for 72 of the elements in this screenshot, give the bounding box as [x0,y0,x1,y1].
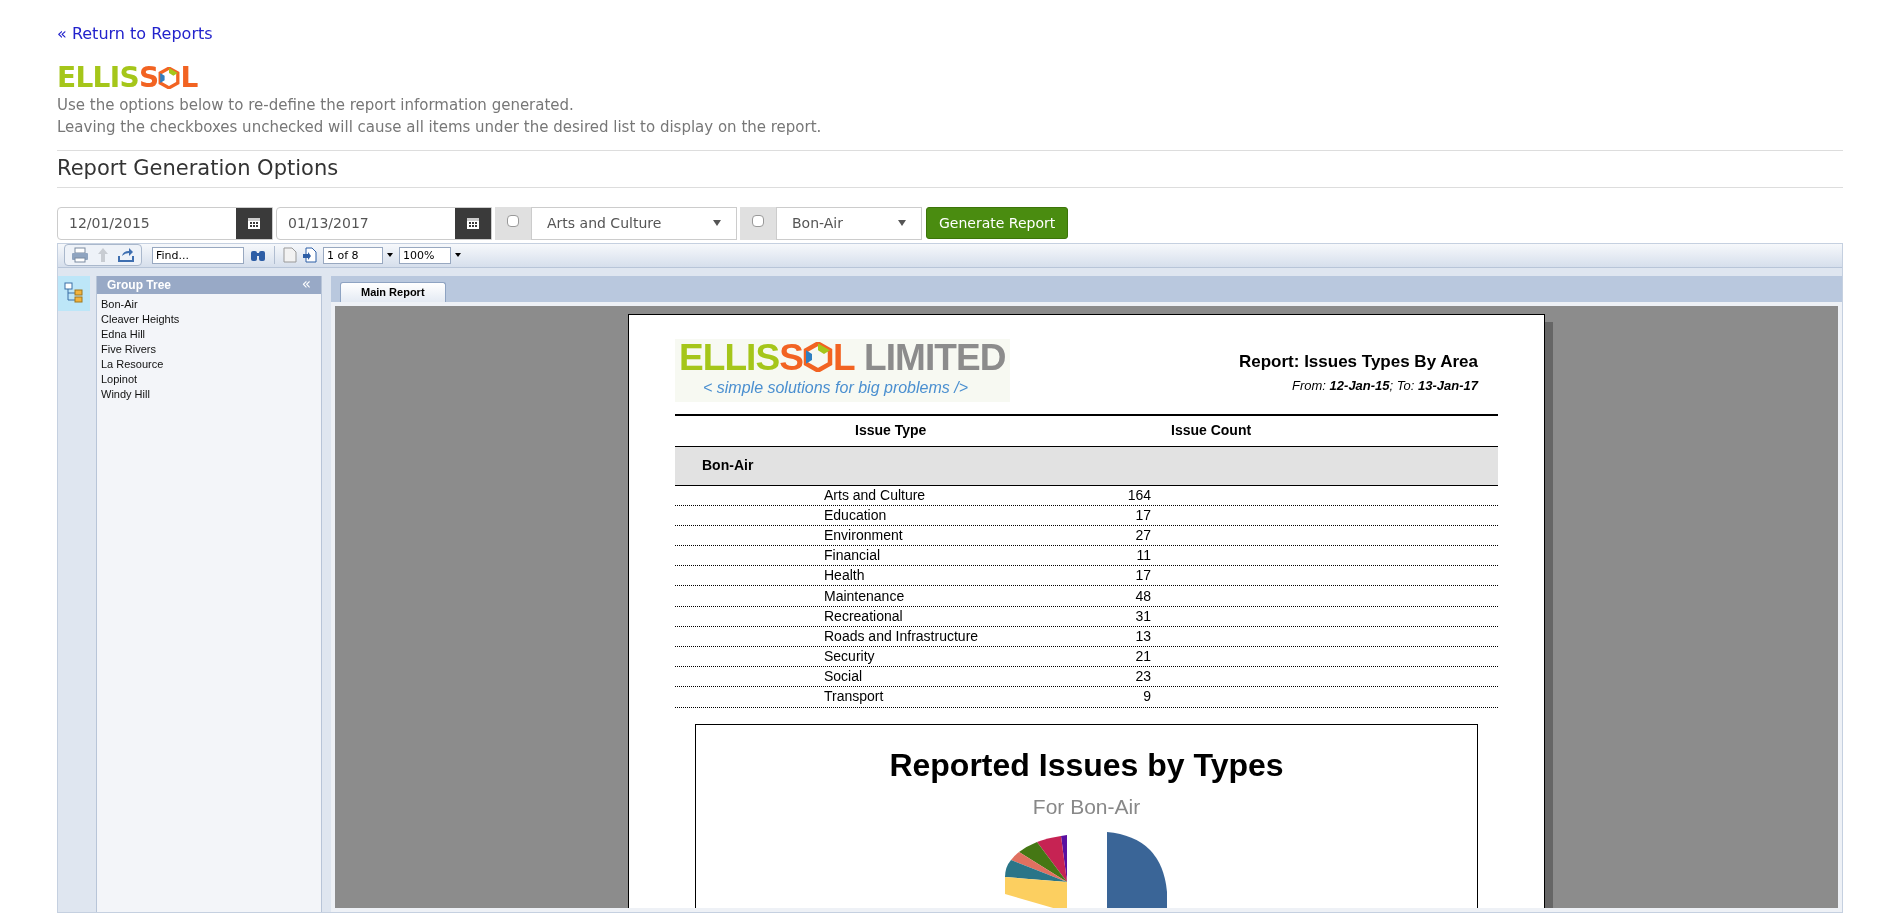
tree-icon [64,282,84,304]
caret-icon[interactable] [713,220,721,226]
report-logo: ELLISS L LIMITED < simple solutions for big problems /> [675,338,1010,402]
table-cell-text: Recreational [824,606,904,626]
table-cell-text: 17 [1134,566,1151,586]
logo-text: LIMITED [863,338,1006,376]
table-cell-text: 9 [1142,687,1151,707]
logo-text: L [833,338,855,376]
column-header: Issue Count [1171,421,1252,440]
table-cell-text: 48 [1134,586,1151,606]
report-tab[interactable]: Main Report [340,281,446,302]
tree-item[interactable]: Cleaver Heights [101,311,180,327]
date-range: From: 12-Jan-15; To: 13-Jan-17 [1292,377,1478,395]
table-cell-text: Arts and Culture [824,485,927,505]
caret-icon[interactable] [898,220,906,226]
table-cell-text: 23 [1134,667,1151,687]
instructions-text: Leaving the checkboxes unchecked will cause all items under the desired list to display on the report. [57,117,823,138]
table-cell-text: 164 [1126,485,1151,505]
checkbox[interactable] [752,214,764,227]
tree-item[interactable]: La Resource [101,356,164,372]
issue-type-dropdown[interactable]: Arts and Culture [531,206,737,240]
panel-title: Group Tree [107,276,171,294]
logo-text: S [779,338,803,376]
tree-item[interactable]: Windy Hill [101,386,150,402]
column-header: Issue Type [855,421,928,440]
caret-icon[interactable] [455,253,461,257]
table-cell-text: Maintenance [824,586,906,606]
logo-text: ELLIS [57,64,139,92]
export-icon[interactable] [117,247,135,263]
table-cell-text: Security [824,647,876,667]
caret-icon[interactable] [387,253,393,257]
page-arrow-icon[interactable] [303,247,317,263]
logo-text: L [180,64,198,92]
area-dropdown[interactable]: Bon-Air [776,206,922,240]
section-heading: Report Generation Options [57,155,340,182]
report-title: Report: Issues Types By Area [1238,350,1478,373]
calendar-icon[interactable] [455,207,491,239]
generate-report-button[interactable]: Generate Report [926,207,1069,239]
start-date-field[interactable]: 12/01/2015 [57,206,273,240]
table-cell-text: Education [824,505,888,525]
table-cell-text: 17 [1134,505,1151,525]
table-cell-text: Social [824,667,864,687]
printer-icon[interactable] [71,247,89,263]
group-header: Bon-Air [702,456,754,475]
table-cell-text: Transport [824,687,885,707]
tree-item[interactable]: Edna Hill [101,326,146,342]
table-cell-text: Health [824,566,866,586]
tree-item[interactable]: Bon-Air [101,296,138,312]
logo-text: ELLIS [679,338,780,376]
table-cell-text: Environment [824,525,904,545]
table-cell-text: 21 [1134,647,1151,667]
chart-title: Reported Issues by Types [889,745,1284,785]
end-date-field[interactable]: 01/13/2017 [276,206,492,240]
table-cell-text: 31 [1134,606,1151,626]
calendar-icon[interactable] [236,207,272,239]
hexagon-logo-icon [803,342,833,372]
table-cell-text: 13 [1134,626,1151,646]
hexagon-logo-icon [158,67,181,89]
table-cell-text: 11 [1135,546,1151,566]
binoculars-icon[interactable] [250,248,266,262]
checkbox[interactable] [507,214,519,227]
tree-item[interactable]: Five Rivers [101,341,156,357]
find-field[interactable]: Find... [152,246,244,264]
chart-subtitle: For Bon-Air [1032,793,1141,820]
tree-item[interactable]: Lopinot [101,371,138,387]
instructions-text: Use the options below to re-define the report information generated. [57,95,575,116]
table-cell-text: Financial [824,546,882,566]
table-cell-text: 27 [1134,525,1151,545]
return-link[interactable]: « Return to Reports [57,22,213,46]
group-tree-toggle[interactable] [58,275,90,311]
table-cell-text: Roads and Infrastructure [824,626,980,646]
logo-text: S [138,64,159,92]
